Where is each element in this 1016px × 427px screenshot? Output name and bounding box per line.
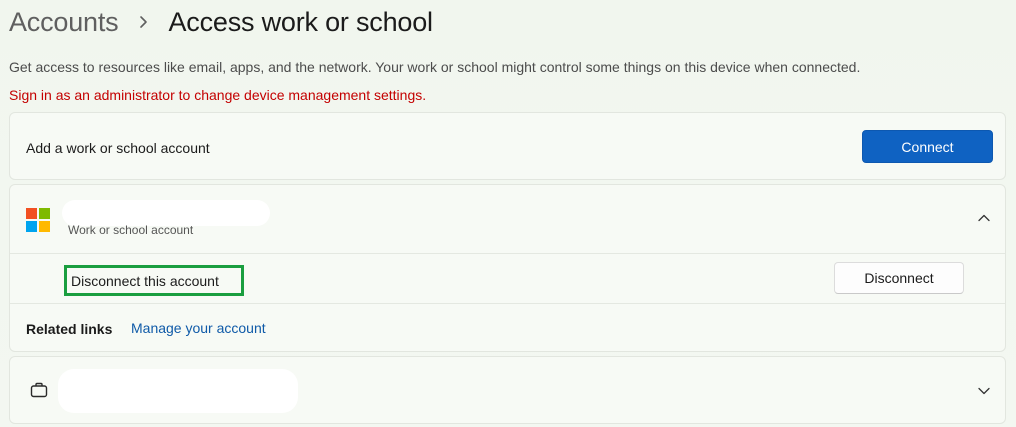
admin-warning-text: Sign in as an administrator to change de… — [9, 87, 427, 103]
connect-button[interactable]: Connect — [862, 130, 993, 163]
redacted-account-name — [58, 369, 298, 413]
breadcrumb-accounts-link[interactable]: Accounts — [9, 7, 119, 38]
disconnect-button[interactable]: Disconnect — [834, 262, 964, 294]
briefcase-icon — [29, 380, 49, 400]
related-links-label: Related links — [26, 321, 113, 337]
second-account-card[interactable] — [9, 356, 1006, 424]
add-account-card: Add a work or school account Connect — [9, 112, 1006, 180]
work-account-header[interactable]: Work or school account — [10, 185, 1005, 253]
divider — [10, 253, 1005, 254]
chevron-right-icon — [135, 14, 151, 30]
chevron-down-icon[interactable] — [976, 383, 992, 399]
divider — [10, 303, 1005, 304]
breadcrumb: Accounts Access work or school — [9, 0, 433, 44]
work-account-card: Work or school account Disconnect this a… — [9, 184, 1006, 352]
disconnect-account-label: Disconnect this account — [64, 265, 244, 296]
disconnect-account-text: Disconnect this account — [71, 272, 219, 289]
page-title: Access work or school — [168, 6, 433, 37]
chevron-up-icon[interactable] — [976, 210, 992, 226]
microsoft-logo-icon — [26, 208, 50, 232]
manage-account-link[interactable]: Manage your account — [131, 320, 266, 336]
account-type-label: Work or school account — [68, 223, 194, 237]
page-description: Get access to resources like email, apps… — [9, 59, 861, 75]
add-account-label: Add a work or school account — [26, 140, 210, 156]
